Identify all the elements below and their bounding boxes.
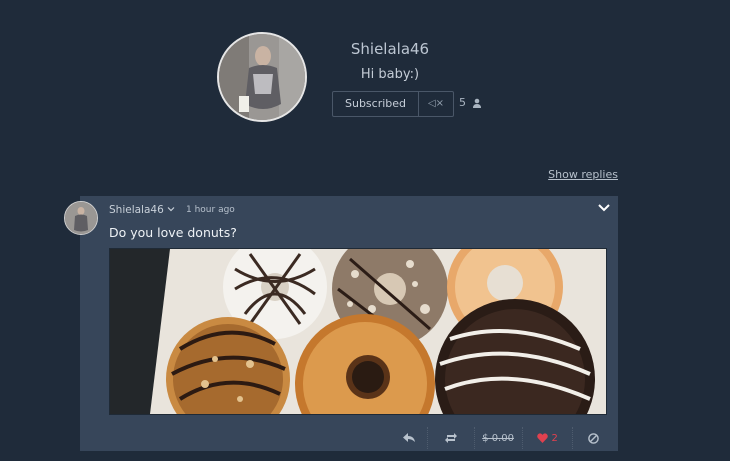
repost-button[interactable] [427, 427, 473, 449]
subscribe-group: Subscribed ◁× [332, 91, 455, 117]
profile-username: Shielala46 [350, 40, 430, 58]
show-replies-link[interactable]: Show replies [548, 168, 618, 181]
post-actions: $ 0.00 2 [390, 427, 614, 449]
reply-icon [402, 433, 415, 443]
tip-amount: $ 0.00 [482, 432, 514, 444]
reply-button[interactable] [390, 427, 427, 449]
post-author[interactable]: Shielala46 [109, 204, 175, 216]
heart-icon [536, 433, 548, 443]
chevron-down-icon [167, 204, 175, 216]
block-button[interactable] [571, 427, 614, 449]
like-button[interactable]: 2 [521, 427, 572, 449]
post-time: 1 hour ago [186, 205, 235, 215]
person-icon [472, 98, 482, 108]
subscriber-count-value: 5 [459, 96, 466, 109]
speaker-muted-icon: ◁× [427, 98, 445, 109]
subscriber-count: 5 [459, 96, 482, 109]
mute-button[interactable]: ◁× [419, 92, 453, 116]
post-image[interactable] [109, 248, 607, 415]
post-menu-chevron-icon[interactable] [597, 199, 611, 213]
profile-avatar[interactable] [217, 32, 307, 122]
block-icon [588, 432, 599, 444]
post-text: Do you love donuts? [109, 225, 237, 240]
post-author-name: Shielala46 [109, 204, 164, 216]
tip-button[interactable]: $ 0.00 [473, 427, 522, 449]
repost-icon [444, 433, 457, 443]
profile-bio: Hi baby:) [360, 67, 420, 82]
post-author-avatar[interactable] [64, 201, 98, 235]
subscribed-button[interactable]: Subscribed [333, 92, 420, 116]
likes-count: 2 [551, 432, 558, 444]
